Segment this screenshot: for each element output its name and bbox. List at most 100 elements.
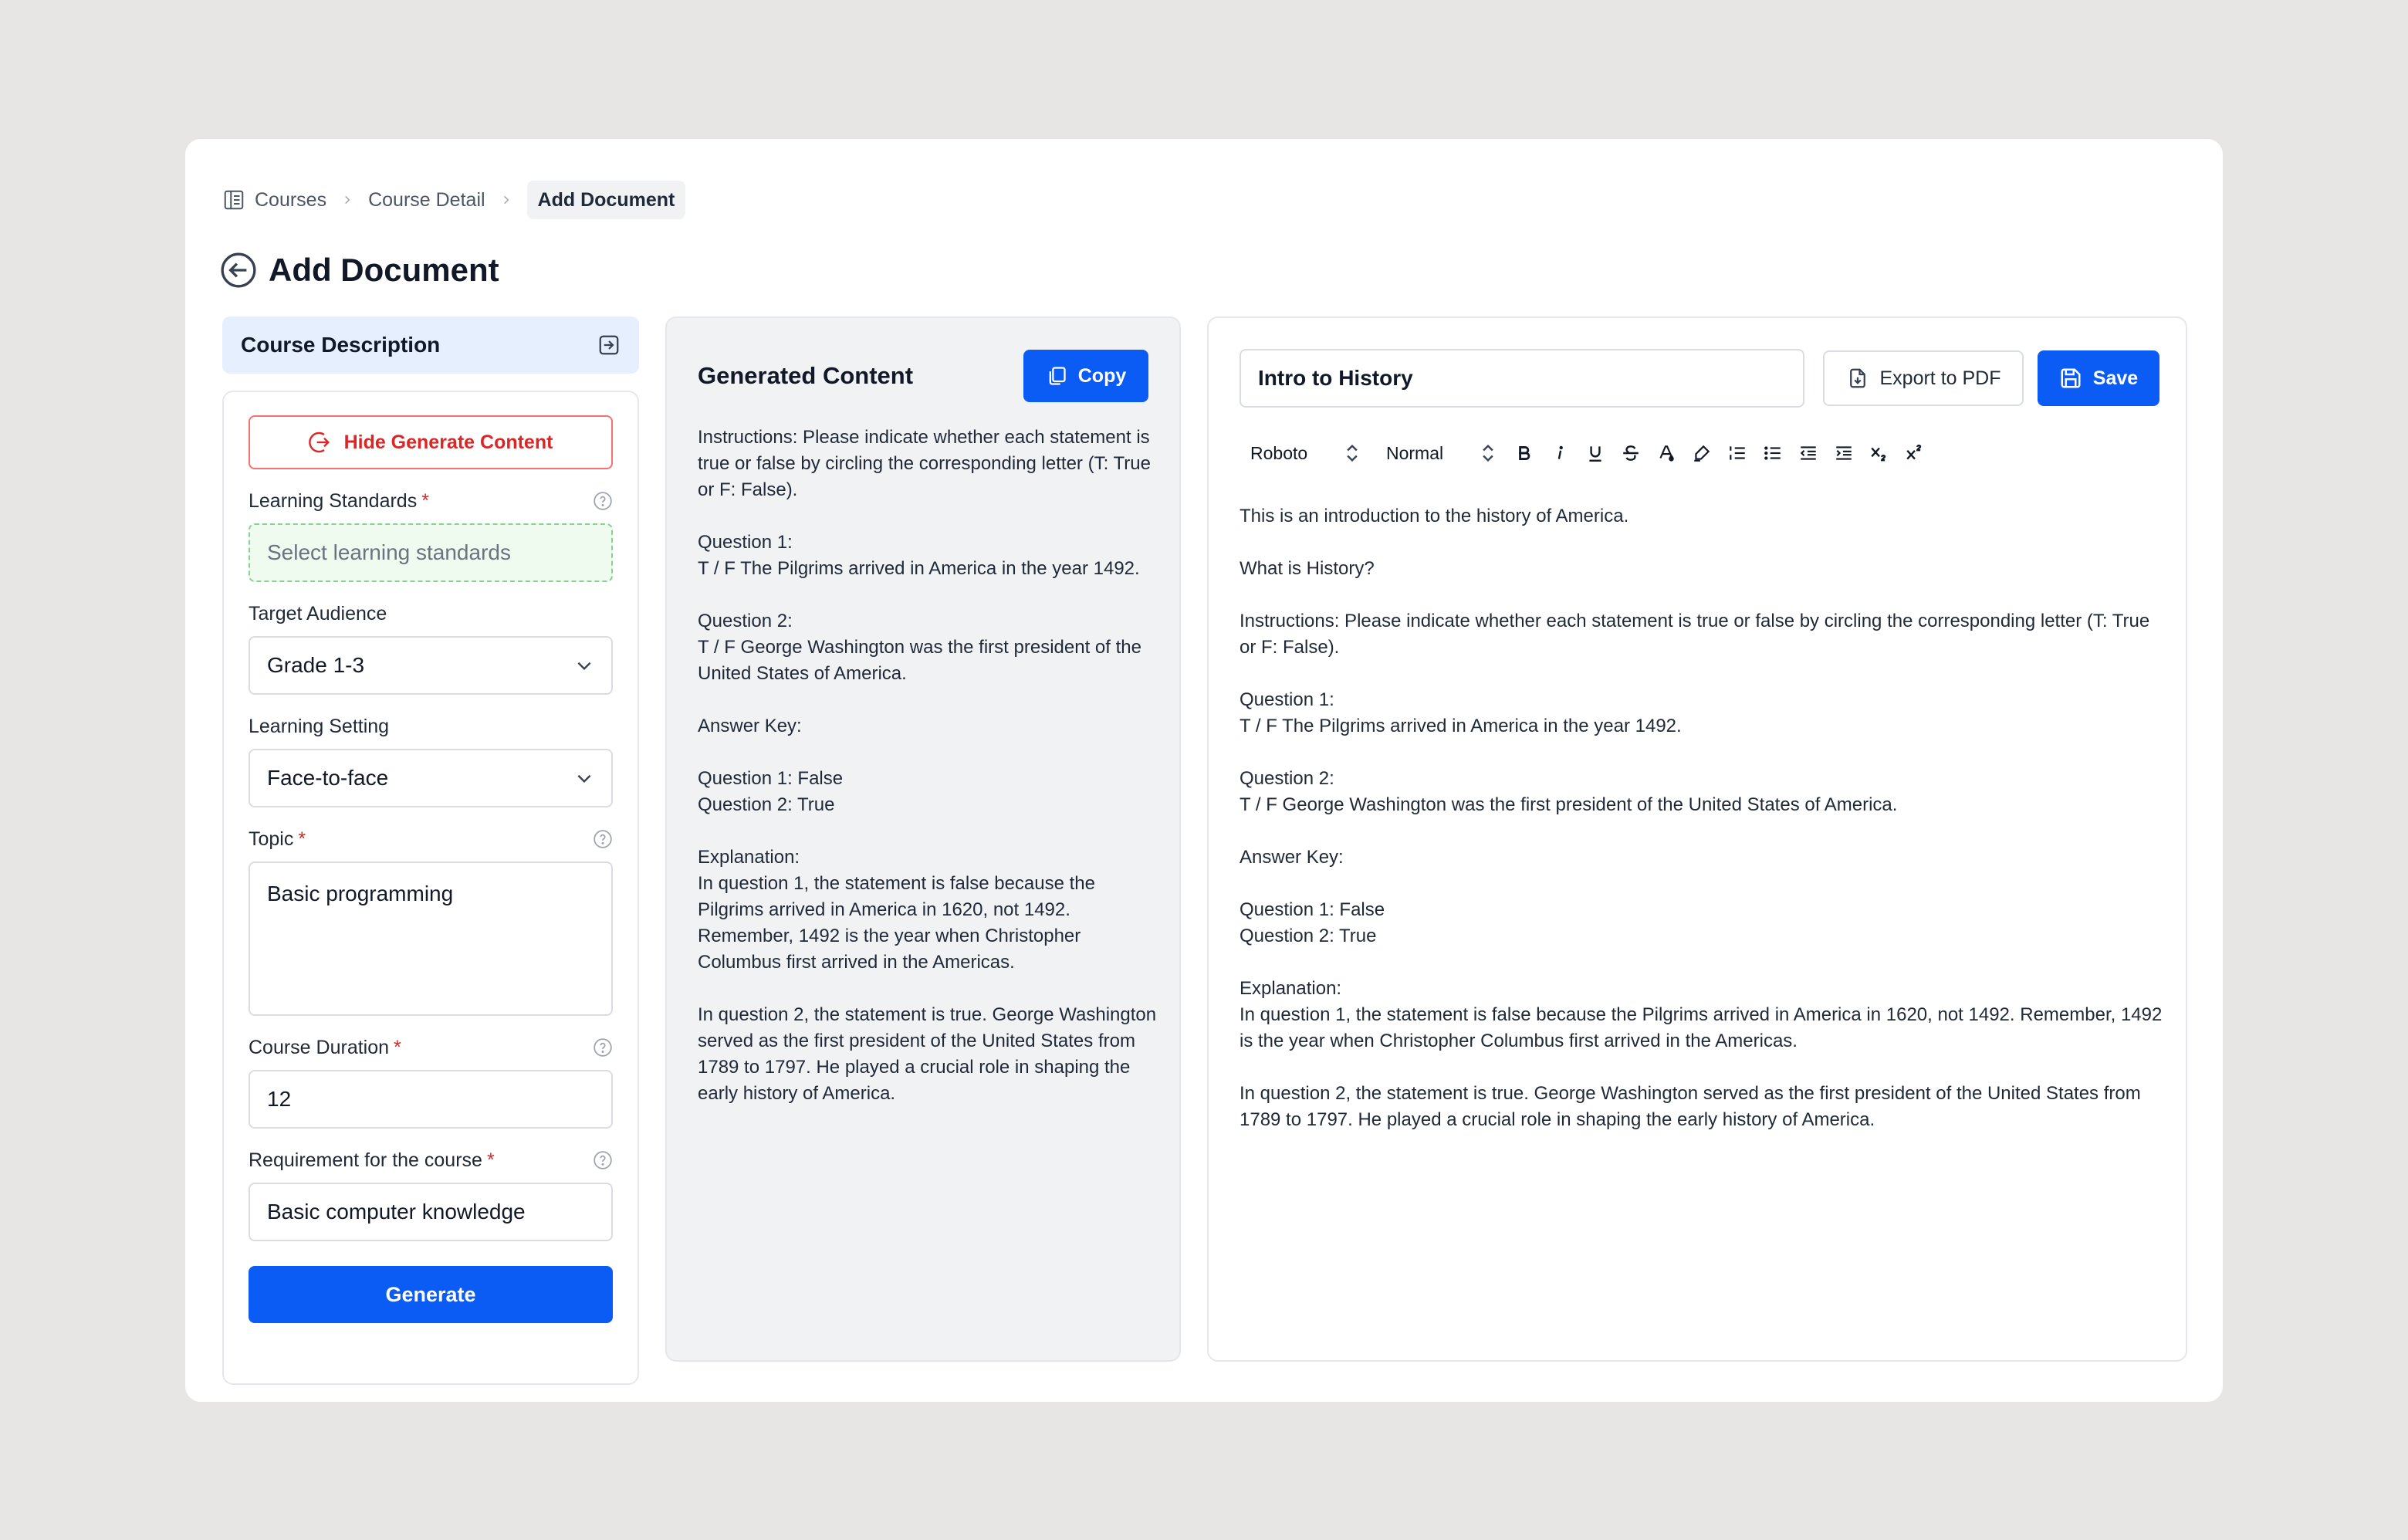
course-form: Hide Generate Content Learning Standards… <box>222 391 639 1385</box>
underline-icon <box>1589 446 1601 462</box>
select-arrows-icon <box>1347 445 1358 462</box>
required-mark: * <box>486 1149 495 1171</box>
document-editor-panel: Intro to History Export to PDF Save Robo… <box>1207 316 2187 1362</box>
hide-generate-content-button[interactable]: Hide Generate Content <box>249 415 613 469</box>
editor-paragraph: In question 2, the statement is true. Ge… <box>1240 1083 2141 1130</box>
exit-circle-icon <box>308 432 330 453</box>
course-description-header: Course Description <box>222 316 639 374</box>
target-audience-label: Target Audience <box>249 602 387 624</box>
chevron-right-icon <box>503 195 509 205</box>
text-color-icon <box>1659 445 1674 462</box>
italic-button[interactable] <box>1542 435 1578 471</box>
requirement-field: Requirement for the course * Basic comput… <box>249 1149 613 1241</box>
bullet-list-button[interactable] <box>1755 435 1791 471</box>
topic-field: Topic * Basic programming <box>249 828 613 1016</box>
learning-setting-label: Learning Setting <box>249 715 390 737</box>
breadcrumb-courses[interactable]: Courses <box>222 181 326 219</box>
editor-paragraph: Explanation: In question 1, the statemen… <box>1240 978 2163 1051</box>
target-audience-select[interactable]: Grade 1-3 <box>249 636 613 695</box>
superscript-icon <box>1906 444 1922 460</box>
learning-setting-field: Learning Setting Face-to-face <box>249 715 613 807</box>
chevron-down-icon <box>577 774 591 784</box>
breadcrumb-courses-label: Courses <box>255 188 327 211</box>
ordered-list-button[interactable] <box>1720 435 1755 471</box>
save-label: Save <box>2092 367 2139 389</box>
save-icon <box>2061 368 2081 388</box>
target-audience-value: Grade 1-3 <box>267 653 365 677</box>
editor-paragraph: What is History? <box>1240 558 1375 579</box>
page-title: Add Document <box>269 252 499 288</box>
indent-increase-button[interactable] <box>1826 435 1862 471</box>
copy-icon <box>1049 367 1066 385</box>
text-size-value: Normal <box>1386 442 1444 463</box>
highlight-button[interactable] <box>1684 435 1720 471</box>
book-icon <box>224 190 244 210</box>
generated-paragraph: Question 2: T / F George Washington was … <box>698 611 1141 684</box>
strikethrough-button[interactable] <box>1613 435 1649 471</box>
required-mark: * <box>394 1036 401 1058</box>
help-icon[interactable] <box>593 1037 613 1058</box>
bold-button[interactable] <box>1507 435 1542 471</box>
requirement-input[interactable]: Basic computer knowledge <box>249 1183 613 1241</box>
generated-paragraph: Instructions: Please indicate whether ea… <box>698 427 1151 500</box>
requirement-label: Requirement for the course <box>249 1149 482 1171</box>
page-header: Add Document <box>219 245 499 295</box>
text-size-select[interactable]: Normal <box>1375 442 1507 464</box>
copy-button[interactable]: Copy <box>1023 350 1148 402</box>
main-card: Courses Course Detail Add Document Add D… <box>185 139 2223 1402</box>
editor-paragraph: Instructions: Please indicate whether ea… <box>1240 611 2150 658</box>
editor-paragraph: Question 1: False Question 2: True <box>1240 899 1385 946</box>
editor-paragraph: Question 2: T / F George Washington was … <box>1240 768 1898 815</box>
topic-textarea[interactable]: Basic programming <box>249 861 613 1016</box>
editor-paragraph: This is an introduction to the history o… <box>1240 506 1629 526</box>
generated-paragraph: In question 2, the statement is true. Ge… <box>698 1004 1157 1104</box>
underline-button[interactable] <box>1578 435 1613 471</box>
italic-icon <box>1557 445 1563 459</box>
indent-decrease-icon <box>1800 446 1816 460</box>
course-description-title: Course Description <box>241 333 441 357</box>
generated-paragraph: Question 1: T / F The Pilgrims arrived i… <box>698 532 1140 579</box>
generated-paragraph: Explanation: In question 1, the statemen… <box>698 847 1095 973</box>
hide-generate-content-label: Hide Generate Content <box>343 431 553 453</box>
help-icon[interactable] <box>593 491 613 511</box>
editor-paragraph: Question 1: T / F The Pilgrims arrived i… <box>1240 689 1682 736</box>
breadcrumb-current: Add Document <box>526 181 686 219</box>
learning-standards-select[interactable]: Select learning standards <box>249 523 613 582</box>
editor-toolbar: Roboto Normal <box>1240 434 1933 472</box>
indent-increase-icon <box>1836 446 1852 460</box>
back-arrow-icon[interactable] <box>219 251 258 289</box>
text-color-button[interactable] <box>1649 435 1684 471</box>
subscript-button[interactable] <box>1862 435 1897 471</box>
help-icon[interactable] <box>593 1150 613 1170</box>
learning-setting-value: Face-to-face <box>267 766 389 790</box>
course-duration-field: Course Duration * 12 <box>249 1036 613 1129</box>
indent-decrease-button[interactable] <box>1791 435 1826 471</box>
select-arrows-icon <box>1483 445 1493 462</box>
font-family-select[interactable]: Roboto <box>1240 442 1371 464</box>
document-editor-body[interactable]: This is an introduction to the history o… <box>1240 503 2166 1159</box>
help-icon[interactable] <box>593 829 613 849</box>
document-title-input[interactable]: Intro to History <box>1240 349 1804 408</box>
topic-label: Topic <box>249 828 294 850</box>
target-audience-field: Target Audience Grade 1-3 <box>249 602 613 695</box>
superscript-button[interactable] <box>1897 435 1933 471</box>
breadcrumb-course-detail-label: Course Detail <box>368 188 485 211</box>
chevron-right-icon <box>345 195 350 205</box>
breadcrumb-course-detail[interactable]: Course Detail <box>368 181 485 219</box>
generated-paragraph: Answer Key: <box>698 716 802 736</box>
required-mark: * <box>421 489 429 512</box>
learning-standards-field: Learning Standards * Select learning stan… <box>249 489 613 582</box>
learning-setting-select[interactable]: Face-to-face <box>249 749 613 807</box>
subscript-icon <box>1871 447 1886 462</box>
editor-paragraph: Answer Key: <box>1240 847 1344 868</box>
required-mark: * <box>298 828 306 850</box>
collapse-panel-icon[interactable] <box>597 333 621 357</box>
course-duration-input[interactable]: 12 <box>249 1070 613 1129</box>
generate-button[interactable]: Generate <box>249 1266 613 1323</box>
chevron-down-icon <box>577 662 591 671</box>
save-button[interactable]: Save <box>2038 350 2159 406</box>
copy-label: Copy <box>1077 364 1127 387</box>
export-to-pdf-button[interactable]: Export to PDF <box>1823 350 2024 406</box>
bold-icon <box>1519 446 1530 460</box>
ordered-list-icon <box>1730 446 1745 460</box>
